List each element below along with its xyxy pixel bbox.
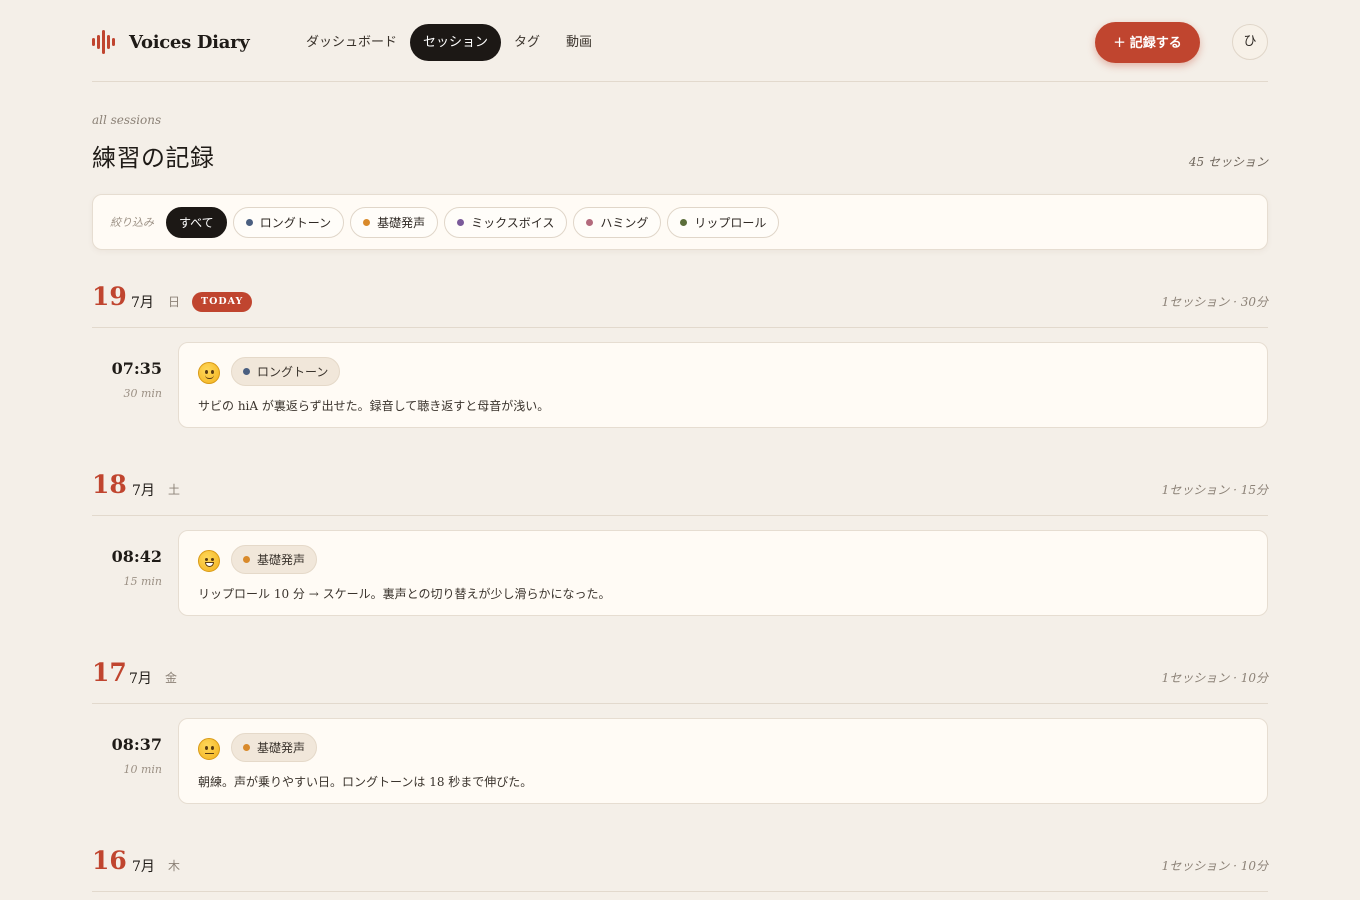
nav-tags[interactable]: タグ: [501, 24, 553, 61]
filter-chip-humming[interactable]: ハミング: [573, 206, 662, 238]
tag-label: 基礎発声: [257, 553, 306, 567]
session-tag: 基礎発声: [231, 545, 318, 574]
filter-chip-lip-roll[interactable]: リップロール: [667, 206, 780, 238]
tag-color-dot: [245, 218, 253, 226]
day-weekday: 土: [168, 483, 181, 497]
slight-smile-emoji-icon: [198, 362, 220, 384]
session-note: 朝練。声が乗りやすい日。ロングトーンは 18 秒まで伸びた。: [198, 775, 533, 789]
tag-color-dot: [243, 368, 250, 375]
day-summary: 1セッション · 30分: [1161, 295, 1268, 309]
tag-label: ロングトーン: [257, 365, 329, 379]
nav-sessions[interactable]: セッション: [410, 24, 502, 61]
filter-chip-mixed-voice[interactable]: ミックスボイス: [444, 206, 568, 238]
nav-dashboard[interactable]: ダッシュボード: [293, 24, 410, 61]
chip-label: ロングトーン: [259, 215, 332, 230]
session-card[interactable]: ロングトーン サビの hiA が裏返らず出せた。録音して聴き返すと母音が浅い。: [178, 342, 1268, 428]
entry-duration: 30 min: [123, 387, 162, 400]
page-title: 練習の記録: [92, 144, 215, 172]
entry-time: 08:42: [111, 547, 162, 566]
day-number: 16: [92, 846, 127, 875]
day-month: 7月: [132, 859, 155, 875]
day-month: 7月: [132, 483, 155, 499]
grin-emoji-icon: [198, 550, 220, 572]
tag-color-dot: [243, 556, 250, 563]
day-summary: 1セッション · 10分: [1161, 671, 1268, 685]
day-summary: 1セッション · 10分: [1161, 859, 1268, 873]
session-note: リップロール 10 分 → スケール。裏声との切り替えが少し滑らかになった。: [198, 587, 611, 601]
day-weekday: 木: [168, 859, 181, 873]
neutral-emoji-icon: [198, 738, 220, 760]
tag-color-dot: [680, 218, 688, 226]
tag-color-dot: [363, 218, 371, 226]
day-header: 17 7月 金 1セッション · 10分: [92, 658, 1268, 704]
app-logo[interactable]: Voices Diary: [92, 30, 250, 54]
session-card[interactable]: 基礎発声 リップロール 10 分 → スケール。裏声との切り替えが少し滑らかにな…: [178, 530, 1268, 616]
day-header: 19 7月 日 TODAY 1セッション · 30分: [92, 282, 1268, 328]
tag-label: 基礎発声: [257, 741, 306, 755]
chip-label: リップロール: [694, 215, 767, 230]
app-title: Voices Diary: [129, 31, 250, 53]
page-eyebrow: all sessions: [92, 113, 162, 127]
chip-label: すべて: [179, 215, 214, 230]
session-count: 45 セッション: [1188, 155, 1268, 169]
filter-chip-longtone[interactable]: ロングトーン: [232, 206, 345, 238]
chip-label: ミックスボイス: [471, 215, 555, 230]
chip-label: 基礎発声: [377, 215, 426, 230]
entry-duration: 15 min: [123, 575, 162, 588]
filter-chip-all[interactable]: すべて: [166, 206, 227, 238]
tag-color-dot: [586, 218, 594, 226]
entry-duration: 10 min: [123, 763, 162, 776]
day-header: 18 7月 土 1セッション · 15分: [92, 470, 1268, 516]
day-weekday: 日: [168, 295, 181, 309]
top-header: Voices Diary ダッシュボード セッション タグ 動画 + 記録する ひ: [92, 0, 1268, 82]
entry-time: 07:35: [111, 359, 162, 378]
day-month: 7月: [129, 671, 152, 687]
filter-label: 絞り込み: [110, 216, 154, 229]
record-button-label: 記録する: [1129, 36, 1182, 51]
session-tag: 基礎発声: [231, 733, 318, 762]
record-button[interactable]: + 記録する: [1095, 22, 1200, 63]
day-summary: 1セッション · 15分: [1161, 483, 1268, 497]
main-nav: ダッシュボード セッション タグ 動画: [293, 24, 605, 61]
day-header: 16 7月 木 1セッション · 10分: [92, 846, 1268, 892]
day-number: 17: [92, 658, 127, 687]
today-badge: TODAY: [192, 292, 253, 312]
session-note: サビの hiA が裏返らず出せた。録音して聴き返すと母音が浅い。: [198, 399, 550, 413]
day-weekday: 金: [165, 671, 178, 685]
filter-bar: 絞り込み すべて ロングトーン 基礎発声 ミックスボイス ハミング リップロール: [92, 194, 1268, 250]
avatar[interactable]: ひ: [1232, 24, 1268, 60]
tag-color-dot: [457, 218, 465, 226]
tag-color-dot: [243, 744, 250, 751]
entry-time: 08:37: [111, 735, 162, 754]
day-number: 18: [92, 470, 127, 499]
nav-videos[interactable]: 動画: [553, 24, 605, 61]
session-tag: ロングトーン: [231, 357, 341, 386]
day-number: 19: [92, 282, 127, 311]
sessions-page: Voices Diary ダッシュボード セッション タグ 動画 + 記録する ひ…: [0, 0, 1360, 900]
waveform-icon: [92, 30, 118, 54]
filter-chip-basic-vocal[interactable]: 基礎発声: [350, 206, 439, 238]
day-month: 7月: [131, 295, 154, 311]
plus-icon: +: [1113, 33, 1126, 51]
chip-label: ハミング: [600, 215, 649, 230]
session-card[interactable]: 基礎発声 朝練。声が乗りやすい日。ロングトーンは 18 秒まで伸びた。: [178, 718, 1268, 804]
